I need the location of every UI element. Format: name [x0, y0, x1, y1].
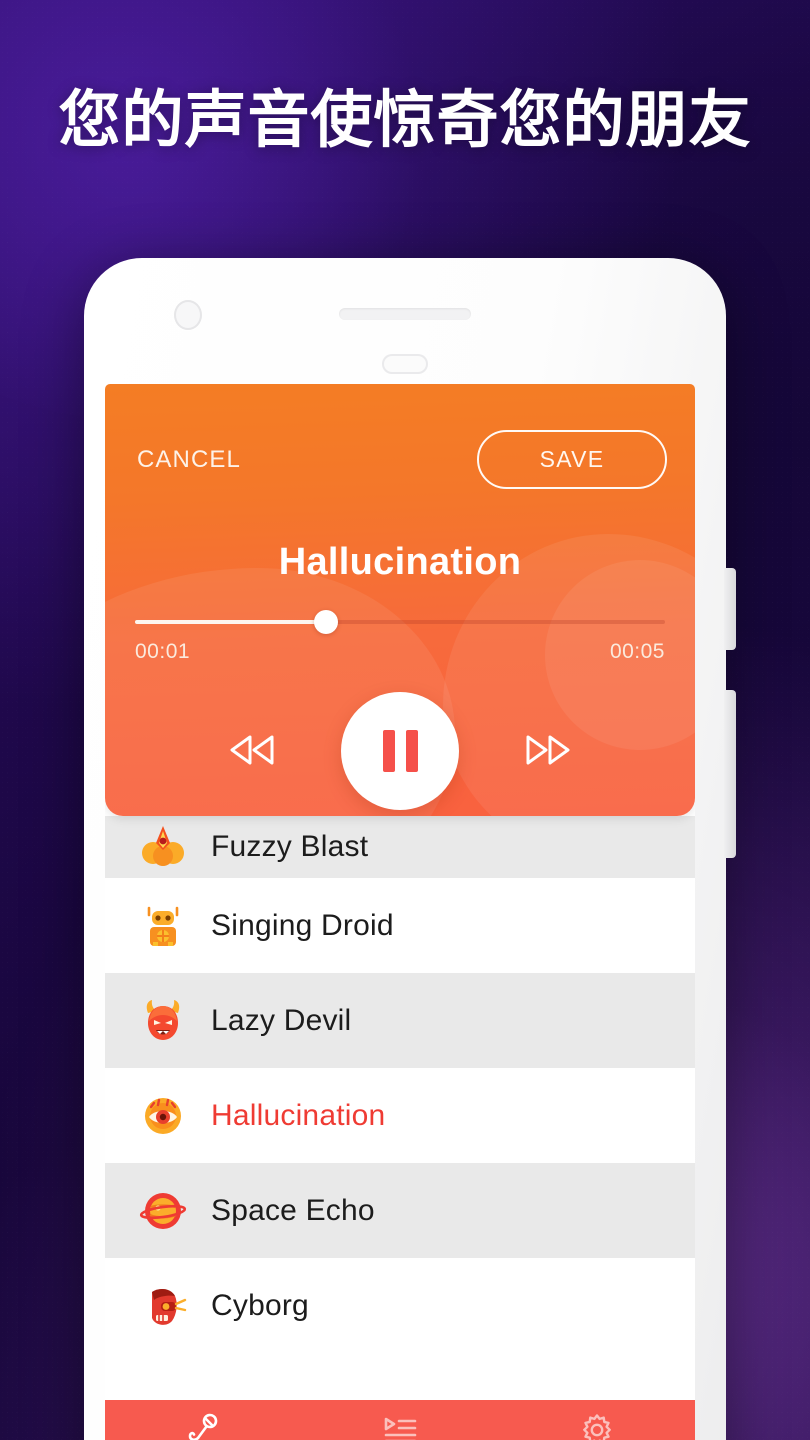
front-camera-icon	[174, 300, 202, 330]
pause-icon-bar-right	[405, 730, 418, 772]
save-button[interactable]: SAVE	[477, 430, 667, 489]
rewind-icon	[226, 733, 278, 770]
effects-track-list: Fuzzy Blast Singing Droid Lazy Devil Hal…	[105, 816, 695, 1353]
playlist-icon	[382, 1413, 418, 1440]
track-name: Singing Droid	[211, 908, 394, 942]
eye-icon	[137, 1090, 189, 1142]
audio-player-panel: CANCEL SAVE Hallucination 00:01 00:05	[105, 384, 695, 816]
track-name: Space Echo	[211, 1193, 375, 1227]
cyborg-face-icon	[137, 1280, 189, 1332]
track-row[interactable]: Cyborg	[105, 1258, 695, 1353]
track-row[interactable]: Hallucination	[105, 1068, 695, 1163]
rewind-button[interactable]	[221, 720, 283, 782]
nav-item-my-tracks[interactable]: My tracks	[302, 1400, 499, 1440]
gear-icon	[580, 1413, 614, 1440]
bottom-navigation-bar: Studio My tracks	[105, 1400, 695, 1440]
phone-mockup: CANCEL SAVE Hallucination 00:01 00:05 Fu…	[84, 258, 736, 1440]
total-time-label: 00:05	[609, 640, 665, 663]
app-screen: CANCEL SAVE Hallucination 00:01 00:05 Fu…	[105, 384, 695, 1440]
devil-icon	[137, 995, 189, 1047]
planet-icon	[137, 1185, 189, 1237]
cancel-button[interactable]: CANCEL	[137, 446, 241, 474]
track-name: Cyborg	[211, 1288, 309, 1322]
power-button[interactable]	[724, 568, 736, 650]
track-row[interactable]: Singing Droid	[105, 878, 695, 973]
pause-icon-bar-left	[382, 730, 395, 772]
nav-item-studio[interactable]: Studio	[105, 1400, 302, 1440]
progress-slider[interactable]: 00:01 00:05	[135, 610, 665, 664]
slider-thumb[interactable]	[313, 610, 338, 634]
blast-icon	[137, 821, 189, 873]
earpiece-speaker	[339, 308, 471, 320]
now-playing-title: Hallucination	[278, 541, 522, 583]
promo-headline: 您的声音使惊奇您的朋友	[58, 86, 752, 155]
nav-item-settings[interactable]: Settings	[498, 1400, 695, 1440]
time-labels: 00:01 00:05	[135, 640, 665, 664]
microphone-icon	[185, 1413, 221, 1440]
player-toolbar: CANCEL SAVE	[105, 384, 695, 489]
track-row[interactable]: Lazy Devil	[105, 973, 695, 1068]
promo-screenshot: 您的声音使惊奇您的朋友 CANCEL SAVE Hallucination 00…	[0, 0, 810, 1440]
volume-button[interactable]	[724, 690, 736, 858]
track-name: Fuzzy Blast	[211, 830, 369, 863]
track-row[interactable]: Fuzzy Blast	[105, 816, 695, 878]
slider-fill	[135, 620, 326, 624]
fast-forward-button[interactable]	[517, 720, 579, 782]
current-time-label: 00:01	[135, 640, 191, 663]
track-row[interactable]: Space Echo	[105, 1163, 695, 1258]
slider-track[interactable]	[135, 610, 665, 634]
fast-forward-icon	[522, 733, 574, 770]
track-name: Lazy Devil	[211, 1003, 352, 1037]
pause-button[interactable]	[341, 692, 459, 810]
track-name: Hallucination	[211, 1098, 386, 1132]
playback-controls	[105, 692, 695, 810]
robot-icon	[137, 900, 189, 952]
proximity-sensor	[382, 354, 428, 374]
